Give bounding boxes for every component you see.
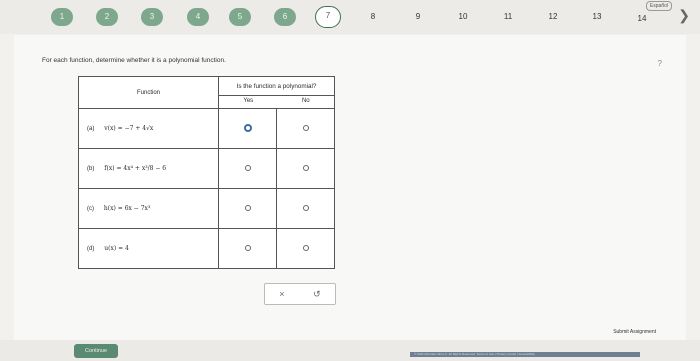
function-cell: (b) f(x) = 4x⁴ + x³/8 − 6 (78, 148, 219, 189)
yes-header: Yes (243, 98, 254, 104)
yes-radio[interactable] (244, 164, 251, 171)
question-nav-10[interactable]: 10 (452, 8, 474, 26)
question-nav-6[interactable]: 6 (274, 8, 296, 26)
row-label: (c) (87, 206, 94, 212)
table-row: (a) v(x) = −7 + 4√x (78, 108, 335, 149)
row-label: (b) (87, 166, 95, 172)
yes-option-cell (218, 188, 277, 229)
question-navigation-bar: 1 2 3 4 5 6 7 8 9 10 11 12 13 14 Español… (0, 0, 700, 34)
polynomial-column-header: Is the function a polynomial? Yes No (218, 76, 335, 109)
question-nav-3[interactable]: 3 (141, 8, 163, 26)
function-cell: (c) h(x) = 6x − 7x³ (78, 188, 219, 229)
help-icon[interactable]: ? (658, 59, 662, 68)
no-radio[interactable] (302, 124, 309, 131)
language-toggle-button[interactable]: Español (645, 1, 672, 11)
question-nav-5[interactable]: 5 (229, 8, 251, 26)
table-row: (b) f(x) = 4x⁴ + x³/8 − 6 (78, 148, 335, 189)
table-row: (d) u(x) = 4 (78, 228, 335, 269)
question-nav-2[interactable]: 2 (96, 8, 118, 26)
question-instruction: For each function, determine whether it … (42, 57, 226, 64)
yes-radio[interactable] (244, 204, 251, 211)
no-option-cell (276, 148, 335, 189)
question-panel: For each function, determine whether it … (14, 35, 686, 340)
question-nav-7[interactable]: 7 (315, 6, 341, 28)
no-option-cell (276, 188, 335, 229)
question-nav-8[interactable]: 8 (362, 8, 384, 26)
submit-assignment-button[interactable]: Submit Assignment (613, 329, 656, 335)
no-option-cell (276, 228, 335, 269)
undo-button[interactable]: ↺ (313, 289, 321, 300)
question-nav-4[interactable]: 4 (187, 8, 209, 26)
function-cell: (a) v(x) = −7 + 4√x (78, 108, 219, 149)
no-radio[interactable] (302, 164, 309, 171)
question-nav-12[interactable]: 12 (542, 8, 564, 26)
function-expression: v(x) = −7 + 4√x (104, 125, 154, 132)
no-radio[interactable] (302, 244, 309, 251)
row-label: (d) (87, 246, 95, 252)
question-nav-1[interactable]: 1 (51, 8, 73, 26)
clear-button[interactable]: × (279, 289, 284, 299)
question-nav-13[interactable]: 13 (586, 8, 608, 26)
yes-option-cell (218, 148, 277, 189)
footer-links[interactable]: © 2022 McGraw Hill LLC. All Rights Reser… (410, 352, 640, 357)
chevron-right-icon[interactable]: ❯ (678, 7, 690, 24)
yes-option-cell (218, 108, 277, 149)
polynomial-table: Function Is the function a polynomial? Y… (78, 76, 335, 269)
no-option-cell (276, 108, 335, 149)
function-cell: (d) u(x) = 4 (78, 228, 219, 269)
yes-option-cell (218, 228, 277, 269)
question-nav-11[interactable]: 11 (497, 8, 519, 26)
row-label: (a) (87, 126, 95, 132)
yes-radio[interactable] (244, 244, 251, 251)
function-column-header: Function (78, 76, 219, 109)
no-header: No (301, 98, 310, 104)
answer-action-box: × ↺ (264, 283, 336, 305)
no-radio[interactable] (302, 204, 309, 211)
question-nav-9[interactable]: 9 (407, 8, 429, 26)
function-expression: f(x) = 4x⁴ + x³/8 − 6 (104, 165, 167, 172)
question-nav-14[interactable]: 14 (631, 10, 653, 28)
table-row: (c) h(x) = 6x − 7x³ (78, 188, 335, 229)
polynomial-question-label: Is the function a polynomial? (236, 83, 317, 90)
function-expression: u(x) = 4 (104, 245, 129, 252)
continue-button[interactable]: Continue (74, 344, 118, 358)
function-expression: h(x) = 6x − 7x³ (103, 205, 151, 212)
yes-radio[interactable] (243, 123, 252, 132)
